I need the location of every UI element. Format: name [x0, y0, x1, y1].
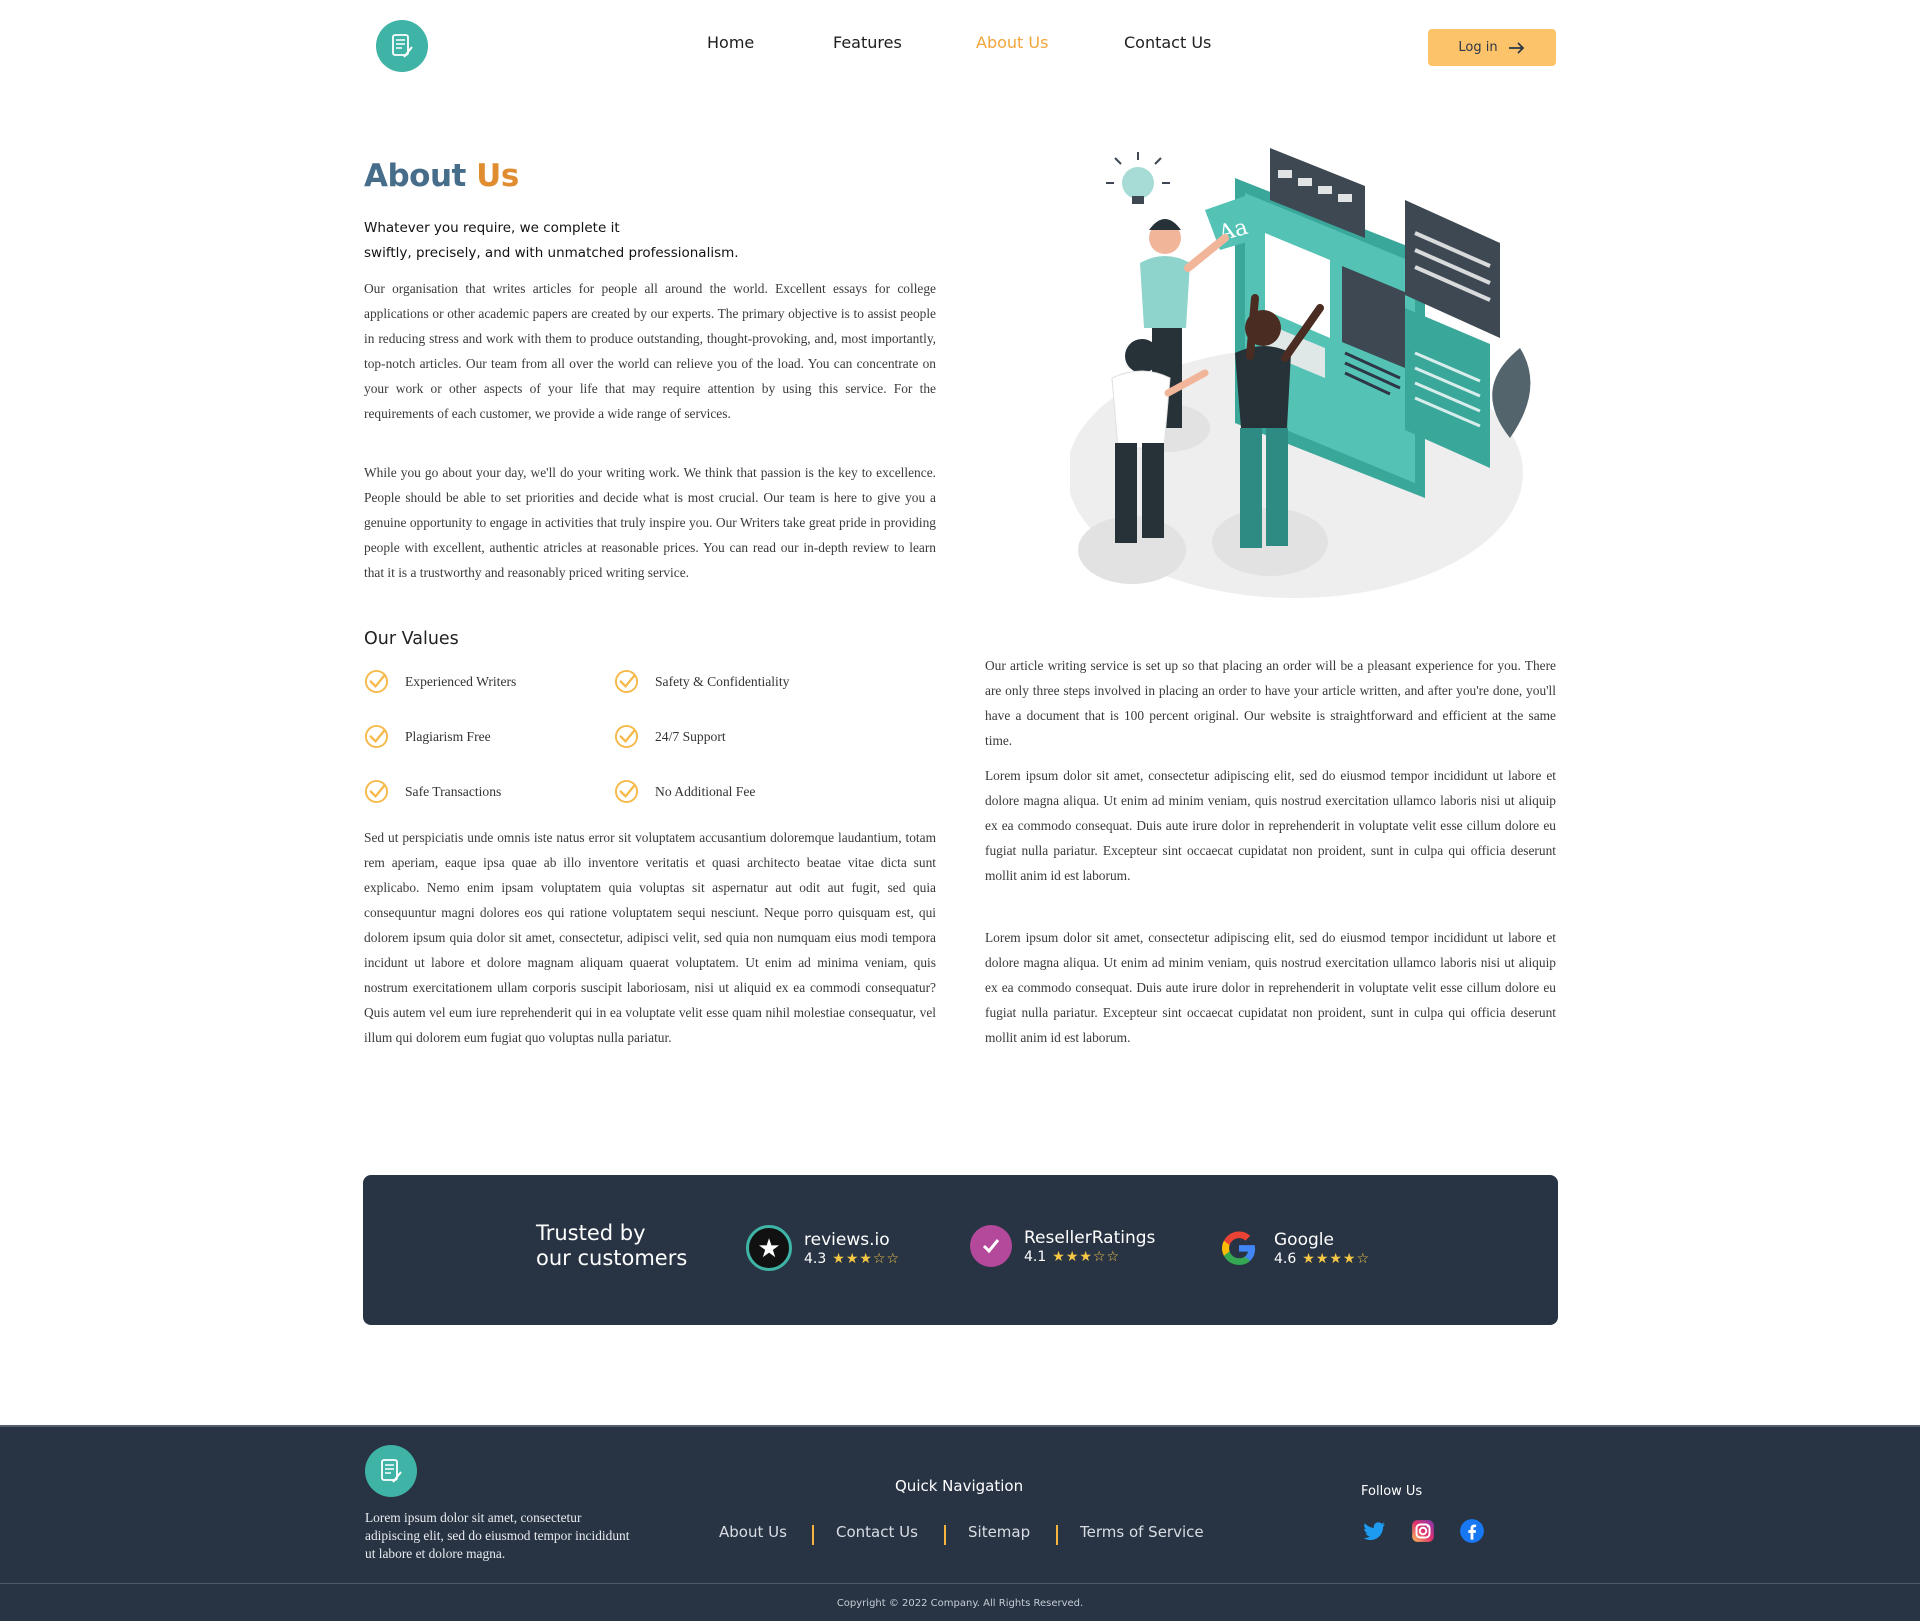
document-pen-icon [381, 1459, 402, 1483]
footer-link-about-us[interactable]: About Us [719, 1523, 787, 1541]
rating-google[interactable]: Google 4.6 ★★★★☆ [1216, 1225, 1370, 1271]
footer-description: Lorem ipsum dolor sit amet, consectetur … [365, 1510, 630, 1561]
value-label: Safety & Confidentiality [655, 673, 790, 689]
right-paragraph-1: Our article writing service is set up so… [985, 658, 1556, 748]
rating-score: 4.3 [804, 1251, 827, 1267]
rating-reseller-ratings[interactable]: ResellerRatings 4.1 ★★★☆☆ [970, 1225, 1155, 1267]
rating-stars: ★★★★☆ [1302, 1251, 1371, 1267]
value-label: Experienced Writers [405, 673, 517, 689]
value-item: 24/7 Support [614, 724, 726, 749]
value-label: Safe Transactions [405, 783, 502, 799]
reviews-io-icon: ★ [746, 1225, 792, 1271]
value-item: No Additional Fee [614, 779, 755, 804]
login-label: Log in [1458, 40, 1498, 55]
nav-features[interactable]: Features [833, 33, 902, 52]
footer-divider [0, 1425, 1920, 1427]
check-circle-icon [364, 779, 389, 804]
reseller-ratings-icon [970, 1225, 1012, 1267]
tagline-line1: Whatever you require, we complete it [364, 220, 620, 236]
follow-us-title: Follow Us [1361, 1484, 1423, 1499]
value-item: Plagiarism Free [364, 724, 491, 749]
instagram-icon[interactable] [1410, 1518, 1436, 1544]
about-paragraph-3: Sed ut perspiciatis unde omnis iste natu… [364, 830, 936, 1045]
link-separator [812, 1525, 814, 1545]
rating-name: ResellerRatings [1024, 1228, 1156, 1248]
nav-home[interactable]: Home [707, 33, 754, 52]
page-title: About Us [364, 158, 519, 194]
rating-name: reviews.io [804, 1230, 890, 1250]
quick-navigation-title: Quick Navigation [895, 1477, 1024, 1495]
footer-link-contact-us[interactable]: Contact Us [836, 1523, 918, 1541]
trusted-title-line1: Trusted by [536, 1221, 646, 1245]
value-item: Experienced Writers [364, 669, 516, 694]
link-separator [1056, 1525, 1058, 1545]
about-paragraph-1: Our organisation that writes articles fo… [364, 281, 936, 421]
rating-stars: ★★★☆☆ [1052, 1249, 1121, 1265]
twitter-icon[interactable] [1361, 1518, 1387, 1544]
value-label: Plagiarism Free [405, 728, 491, 744]
logo[interactable] [376, 20, 428, 72]
check-circle-icon [364, 669, 389, 694]
document-pen-icon [392, 34, 413, 58]
page-title-part2: Us [476, 158, 519, 194]
page-title-part1: About [364, 158, 466, 194]
check-circle-icon [364, 724, 389, 749]
site-header: Home Features About Us Contact Us Log in [0, 0, 1920, 90]
footer-link-terms[interactable]: Terms of Service [1080, 1523, 1204, 1541]
rating-name: Google [1274, 1230, 1334, 1250]
team-working-illustration: Aa [1070, 148, 1531, 598]
trusted-title-line2: our customers [536, 1246, 688, 1270]
arrow-right-icon [1508, 41, 1524, 54]
check-circle-icon [614, 779, 639, 804]
trusted-title: Trusted by our customers [536, 1221, 687, 1271]
value-item: Safety & Confidentiality [614, 669, 789, 694]
link-separator [944, 1525, 946, 1545]
values-title: Our Values [364, 629, 459, 649]
rating-score: 4.1 [1024, 1249, 1047, 1265]
tagline-line2: swiftly, precisely, and with unmatched p… [364, 245, 739, 261]
nav-contact-us[interactable]: Contact Us [1124, 33, 1211, 52]
rating-reviews-io[interactable]: ★ reviews.io 4.3 ★★★☆☆ [746, 1225, 900, 1271]
facebook-icon[interactable] [1459, 1518, 1485, 1544]
check-circle-icon [614, 724, 639, 749]
footer-logo[interactable] [365, 1445, 417, 1497]
value-label: 24/7 Support [655, 728, 726, 744]
login-button[interactable]: Log in [1428, 29, 1556, 66]
value-label: No Additional Fee [655, 783, 756, 799]
site-footer: Lorem ipsum dolor sit amet, consectetur … [0, 1425, 1920, 1621]
check-circle-icon [614, 669, 639, 694]
about-paragraph-2: While you go about your day, we'll do yo… [364, 465, 936, 580]
copyright-text: Copyright © 2022 Company. All Rights Res… [836, 1598, 1084, 1609]
rating-score: 4.6 [1274, 1251, 1297, 1267]
rating-stars: ★★★☆☆ [832, 1251, 901, 1267]
nav-about-us[interactable]: About Us [976, 33, 1048, 52]
footer-bottom-divider [0, 1583, 1920, 1584]
tagline: Whatever you require, we complete it swi… [364, 216, 864, 266]
google-icon [1216, 1225, 1262, 1271]
right-paragraph-2: Lorem ipsum dolor sit amet, consectetur … [985, 768, 1556, 883]
right-paragraph-3: Lorem ipsum dolor sit amet, consectetur … [985, 930, 1556, 1045]
footer-link-sitemap[interactable]: Sitemap [968, 1523, 1030, 1541]
value-item: Safe Transactions [364, 779, 501, 804]
trusted-banner: Trusted by our customers ★ reviews.io 4.… [363, 1175, 1558, 1325]
